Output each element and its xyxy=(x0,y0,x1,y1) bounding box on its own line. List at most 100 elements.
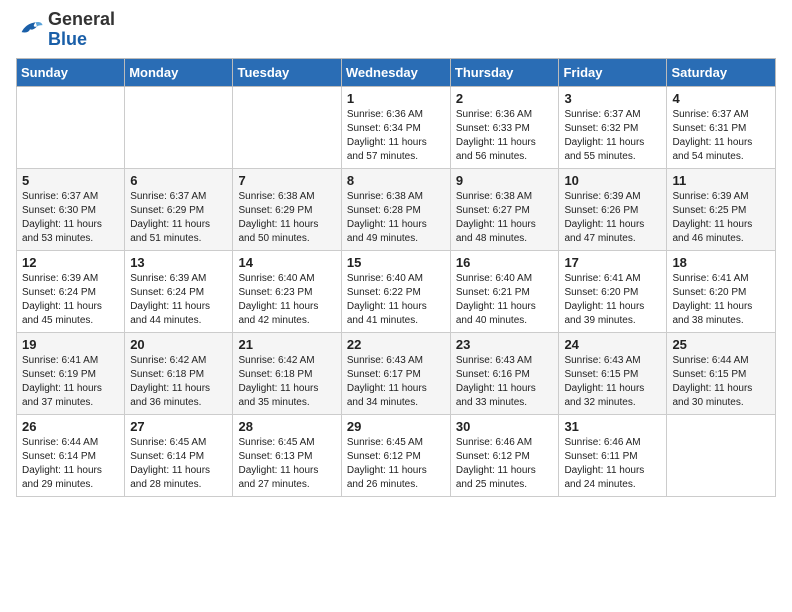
calendar-cell: 18Sunrise: 6:41 AMSunset: 6:20 PMDayligh… xyxy=(667,250,776,332)
calendar-week-row: 19Sunrise: 6:41 AMSunset: 6:19 PMDayligh… xyxy=(17,332,776,414)
day-number: 8 xyxy=(347,173,445,188)
day-number: 4 xyxy=(672,91,770,106)
calendar-cell: 5 Sunrise: 6:37 AMSunset: 6:30 PMDaylight… xyxy=(17,168,125,250)
calendar-cell: 3 Sunrise: 6:37 AMSunset: 6:32 PMDaylight… xyxy=(559,86,667,168)
calendar-cell: 29 Sunrise: 6:45 AMSunset: 6:12 PMDayligh… xyxy=(341,414,450,496)
calendar-cell: 8 Sunrise: 6:38 AMSunset: 6:28 PMDaylight… xyxy=(341,168,450,250)
calendar-cell: 2Sunrise: 6:36 AMSunset: 6:33 PMDaylight… xyxy=(450,86,559,168)
calendar-cell: 10 Sunrise: 6:39 AMSunset: 6:26 PMDayligh… xyxy=(559,168,667,250)
calendar-cell: 21 Sunrise: 6:42 AMSunset: 6:18 PMDayligh… xyxy=(233,332,341,414)
day-number: 20 xyxy=(130,337,227,352)
day-info: Sunrise: 6:45 AMSunset: 6:12 PMDaylight:… xyxy=(347,436,445,492)
day-info: Sunrise: 6:38 AMSunset: 6:28 PMDaylight:… xyxy=(347,190,445,246)
page: GeneralBlue Sunday Monday Tuesday Wednes… xyxy=(0,0,792,612)
col-monday: Monday xyxy=(125,58,233,86)
day-number: 26 xyxy=(22,419,119,434)
day-info: Sunrise: 6:45 AMSunset: 6:13 PMDaylight:… xyxy=(238,436,335,492)
day-info: Sunrise: 6:40 AMSunset: 6:21 PMDaylight:… xyxy=(456,272,554,328)
calendar-cell: 7 Sunrise: 6:38 AMSunset: 6:29 PMDaylight… xyxy=(233,168,341,250)
calendar-cell: 19Sunrise: 6:41 AMSunset: 6:19 PMDayligh… xyxy=(17,332,125,414)
day-info: Sunrise: 6:44 AMSunset: 6:15 PMDaylight:… xyxy=(672,354,770,410)
calendar-cell: 15 Sunrise: 6:40 AMSunset: 6:22 PMDayligh… xyxy=(341,250,450,332)
day-number: 30 xyxy=(456,419,554,434)
day-info: Sunrise: 6:39 AMSunset: 6:26 PMDaylight:… xyxy=(564,190,661,246)
day-info: Sunrise: 6:45 AMSunset: 6:14 PMDaylight:… xyxy=(130,436,227,492)
calendar-cell: 20 Sunrise: 6:42 AMSunset: 6:18 PMDayligh… xyxy=(125,332,233,414)
calendar-cell: 25Sunrise: 6:44 AMSunset: 6:15 PMDayligh… xyxy=(667,332,776,414)
col-wednesday: Wednesday xyxy=(341,58,450,86)
day-info: Sunrise: 6:37 AMSunset: 6:29 PMDaylight:… xyxy=(130,190,227,246)
day-number: 13 xyxy=(130,255,227,270)
day-number: 28 xyxy=(238,419,335,434)
day-number: 9 xyxy=(456,173,554,188)
day-number: 12 xyxy=(22,255,119,270)
col-thursday: Thursday xyxy=(450,58,559,86)
calendar-cell: 23 Sunrise: 6:43 AMSunset: 6:16 PMDayligh… xyxy=(450,332,559,414)
day-info: Sunrise: 6:46 AMSunset: 6:12 PMDaylight:… xyxy=(456,436,554,492)
logo-text: GeneralBlue xyxy=(48,10,115,50)
calendar-week-row: 5 Sunrise: 6:37 AMSunset: 6:30 PMDaylight… xyxy=(17,168,776,250)
col-friday: Friday xyxy=(559,58,667,86)
day-info: Sunrise: 6:36 AMSunset: 6:33 PMDaylight:… xyxy=(456,108,554,164)
calendar-cell: 31 Sunrise: 6:46 AMSunset: 6:11 PMDayligh… xyxy=(559,414,667,496)
day-number: 14 xyxy=(238,255,335,270)
day-number: 7 xyxy=(238,173,335,188)
day-info: Sunrise: 6:39 AMSunset: 6:24 PMDaylight:… xyxy=(130,272,227,328)
col-saturday: Saturday xyxy=(667,58,776,86)
calendar-cell xyxy=(17,86,125,168)
calendar-cell xyxy=(667,414,776,496)
day-info: Sunrise: 6:41 AMSunset: 6:19 PMDaylight:… xyxy=(22,354,119,410)
calendar-cell: 22 Sunrise: 6:43 AMSunset: 6:17 PMDayligh… xyxy=(341,332,450,414)
day-number: 27 xyxy=(130,419,227,434)
calendar-cell: 1Sunrise: 6:36 AMSunset: 6:34 PMDaylight… xyxy=(341,86,450,168)
day-number: 16 xyxy=(456,255,554,270)
calendar-table: Sunday Monday Tuesday Wednesday Thursday… xyxy=(16,58,776,497)
day-info: Sunrise: 6:37 AMSunset: 6:30 PMDaylight:… xyxy=(22,190,119,246)
header: GeneralBlue xyxy=(16,10,776,50)
calendar-cell: 6Sunrise: 6:37 AMSunset: 6:29 PMDaylight… xyxy=(125,168,233,250)
day-number: 15 xyxy=(347,255,445,270)
day-info: Sunrise: 6:46 AMSunset: 6:11 PMDaylight:… xyxy=(564,436,661,492)
day-number: 23 xyxy=(456,337,554,352)
calendar-cell: 28 Sunrise: 6:45 AMSunset: 6:13 PMDayligh… xyxy=(233,414,341,496)
day-number: 5 xyxy=(22,173,119,188)
calendar-cell: 24 Sunrise: 6:43 AMSunset: 6:15 PMDayligh… xyxy=(559,332,667,414)
calendar-cell xyxy=(125,86,233,168)
calendar-cell: 13 Sunrise: 6:39 AMSunset: 6:24 PMDayligh… xyxy=(125,250,233,332)
calendar-cell: 16 Sunrise: 6:40 AMSunset: 6:21 PMDayligh… xyxy=(450,250,559,332)
day-number: 18 xyxy=(672,255,770,270)
day-info: Sunrise: 6:40 AMSunset: 6:22 PMDaylight:… xyxy=(347,272,445,328)
calendar-cell: 4Sunrise: 6:37 AMSunset: 6:31 PMDaylight… xyxy=(667,86,776,168)
calendar-week-row: 1Sunrise: 6:36 AMSunset: 6:34 PMDaylight… xyxy=(17,86,776,168)
day-number: 3 xyxy=(564,91,661,106)
calendar-cell: 30 Sunrise: 6:46 AMSunset: 6:12 PMDayligh… xyxy=(450,414,559,496)
day-number: 29 xyxy=(347,419,445,434)
calendar-cell: 11 Sunrise: 6:39 AMSunset: 6:25 PMDayligh… xyxy=(667,168,776,250)
day-info: Sunrise: 6:42 AMSunset: 6:18 PMDaylight:… xyxy=(130,354,227,410)
day-number: 11 xyxy=(672,173,770,188)
day-info: Sunrise: 6:39 AMSunset: 6:25 PMDaylight:… xyxy=(672,190,770,246)
day-info: Sunrise: 6:41 AMSunset: 6:20 PMDaylight:… xyxy=(564,272,661,328)
day-number: 21 xyxy=(238,337,335,352)
calendar-cell: 17 Sunrise: 6:41 AMSunset: 6:20 PMDayligh… xyxy=(559,250,667,332)
calendar-cell: 12 Sunrise: 6:39 AMSunset: 6:24 PMDayligh… xyxy=(17,250,125,332)
calendar-cell: 27 Sunrise: 6:45 AMSunset: 6:14 PMDayligh… xyxy=(125,414,233,496)
day-number: 17 xyxy=(564,255,661,270)
day-number: 22 xyxy=(347,337,445,352)
col-sunday: Sunday xyxy=(17,58,125,86)
day-info: Sunrise: 6:38 AMSunset: 6:29 PMDaylight:… xyxy=(238,190,335,246)
logo: GeneralBlue xyxy=(16,10,115,50)
day-info: Sunrise: 6:37 AMSunset: 6:32 PMDaylight:… xyxy=(564,108,661,164)
day-number: 24 xyxy=(564,337,661,352)
day-info: Sunrise: 6:42 AMSunset: 6:18 PMDaylight:… xyxy=(238,354,335,410)
calendar-cell: 9Sunrise: 6:38 AMSunset: 6:27 PMDaylight… xyxy=(450,168,559,250)
day-info: Sunrise: 6:36 AMSunset: 6:34 PMDaylight:… xyxy=(347,108,445,164)
day-number: 31 xyxy=(564,419,661,434)
logo-icon xyxy=(16,19,44,41)
day-info: Sunrise: 6:39 AMSunset: 6:24 PMDaylight:… xyxy=(22,272,119,328)
day-info: Sunrise: 6:40 AMSunset: 6:23 PMDaylight:… xyxy=(238,272,335,328)
day-info: Sunrise: 6:43 AMSunset: 6:16 PMDaylight:… xyxy=(456,354,554,410)
day-info: Sunrise: 6:43 AMSunset: 6:15 PMDaylight:… xyxy=(564,354,661,410)
day-number: 10 xyxy=(564,173,661,188)
day-info: Sunrise: 6:43 AMSunset: 6:17 PMDaylight:… xyxy=(347,354,445,410)
